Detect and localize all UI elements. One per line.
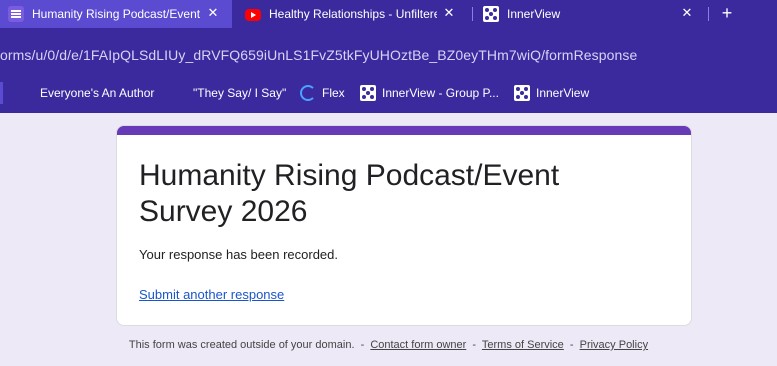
bookmark-innerview[interactable]: InnerView: [514, 72, 589, 113]
tab-separator: [708, 7, 709, 21]
bookmark-they-say-i-say[interactable]: "They Say/ I Say": [193, 72, 286, 113]
address-bar: orms/u/0/d/e/1FAIpQLSdLIUy_dRVFQ659iUnLS…: [0, 28, 777, 72]
tab-innerview[interactable]: InnerView ✕: [474, 0, 706, 28]
tab-title: Humanity Rising Podcast/Event Survey 202…: [32, 7, 200, 21]
confirmation-message: Your response has been recorded.: [139, 247, 338, 262]
footer-separator: -: [569, 339, 574, 351]
contact-form-owner-link[interactable]: Contact form owner: [370, 339, 466, 351]
privacy-policy-link[interactable]: Privacy Policy: [580, 339, 648, 351]
bookmark-flex[interactable]: Flex: [300, 72, 345, 113]
tab-strip: Humanity Rising Podcast/Event Survey 202…: [0, 0, 777, 28]
tab-forms-survey[interactable]: Humanity Rising Podcast/Event Survey 202…: [0, 0, 232, 28]
youtube-icon: [245, 8, 261, 21]
url-field[interactable]: orms/u/0/d/e/1FAIpQLSdLIUy_dRVFQ659iUnLS…: [0, 47, 637, 63]
bookmarks-bar: Everyone's An Author "They Say/ I Say" F…: [0, 72, 777, 113]
bookmarks-overflow-edge: [0, 82, 3, 104]
form-accent-bar: [117, 126, 691, 135]
innerview-icon: [360, 84, 376, 101]
close-tab-icon[interactable]: ✕: [206, 6, 220, 20]
bookmark-innerview-group[interactable]: InnerView - Group P...: [360, 72, 499, 113]
tab-title: InnerView: [507, 7, 561, 21]
form-response-card: Humanity Rising Podcast/Event Survey 202…: [116, 125, 692, 326]
tab-title: Healthy Relationships - Unfiltered: [269, 7, 437, 21]
form-title: Humanity Rising Podcast/Event Survey 202…: [139, 159, 560, 228]
form-footer: This form was created outside of your do…: [0, 339, 777, 351]
bookmark-label: Flex: [322, 85, 345, 100]
bookmark-label: InnerView - Group P...: [382, 85, 499, 100]
bookmark-label: Everyone's An Author: [40, 85, 155, 100]
innerview-icon: [514, 84, 530, 101]
domain-notice: This form was created outside of your do…: [128, 339, 355, 351]
google-forms-icon: [8, 6, 24, 22]
footer-separator: -: [360, 339, 365, 351]
terms-of-service-link[interactable]: Terms of Service: [482, 339, 564, 351]
bookmark-everyones-an-author[interactable]: Everyone's An Author: [40, 72, 154, 113]
innerview-icon: [483, 6, 499, 22]
close-tab-icon[interactable]: ✕: [680, 6, 694, 20]
submit-another-response-link[interactable]: Submit another response: [139, 287, 284, 302]
bookmark-label: InnerView: [536, 85, 590, 100]
flex-icon: [300, 84, 316, 101]
new-tab-icon[interactable]: +: [718, 4, 736, 22]
tab-youtube[interactable]: Healthy Relationships - Unfiltered ✕: [236, 0, 468, 28]
tab-separator: [472, 7, 473, 21]
bookmark-label: "They Say/ I Say": [193, 85, 287, 100]
footer-separator: -: [472, 339, 477, 351]
close-tab-icon[interactable]: ✕: [442, 6, 456, 20]
